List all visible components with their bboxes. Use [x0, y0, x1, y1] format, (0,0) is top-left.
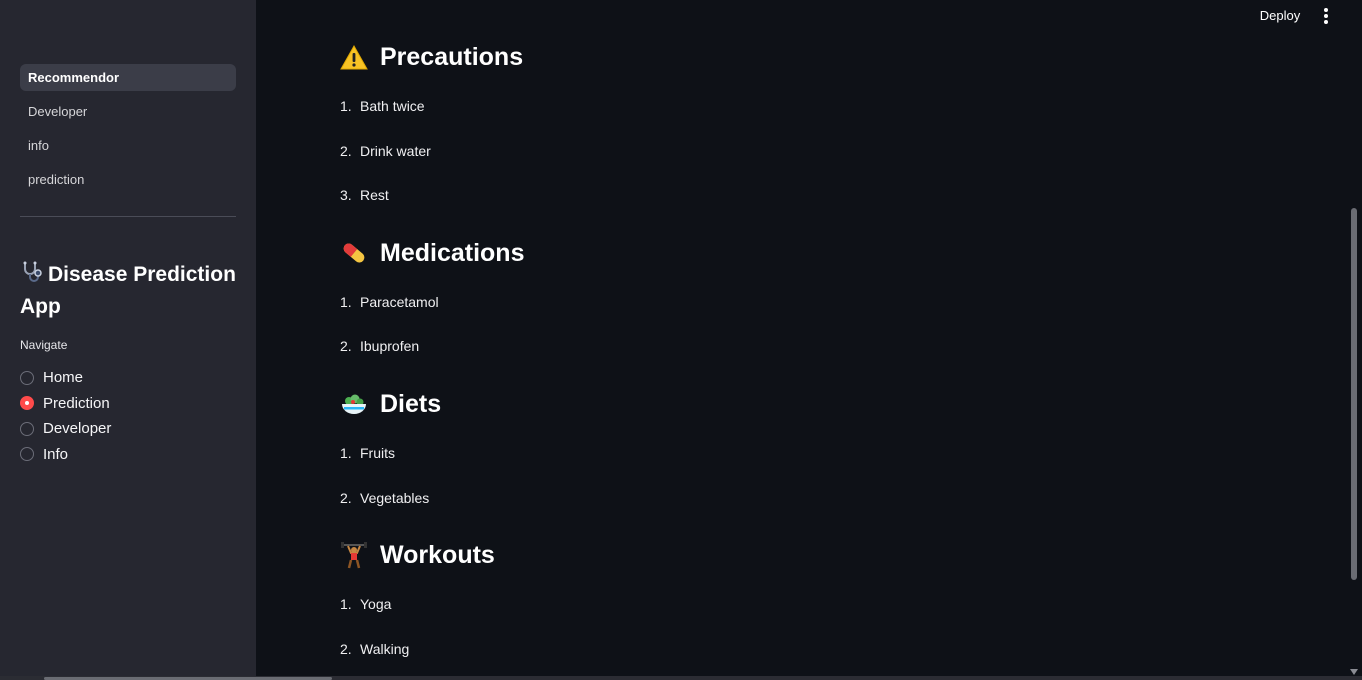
page-link-recommendor[interactable]: Recommendor [20, 64, 236, 91]
app-window: Recommendor Developer info prediction Di… [0, 0, 1362, 680]
list-item: 2. Drink water [340, 143, 431, 159]
page-link-developer[interactable]: Developer [20, 98, 236, 125]
radio-option-developer[interactable]: Developer [20, 416, 111, 442]
radio-option-info[interactable]: Info [20, 442, 111, 468]
warning-icon [340, 43, 368, 71]
radio-label: Home [43, 369, 84, 387]
sidebar: Recommendor Developer info prediction Di… [0, 0, 256, 676]
section-title-medications: Medications [340, 236, 524, 270]
app-title-text: Disease Prediction App [20, 263, 236, 318]
sidebar-divider [20, 216, 236, 217]
stethoscope-icon [20, 260, 48, 292]
section-title-diets: Diets [340, 387, 441, 421]
radio-button[interactable] [20, 370, 34, 385]
section-title-text: Diets [380, 389, 442, 418]
salad-icon [340, 390, 368, 418]
radio-button[interactable] [20, 421, 34, 436]
vertical-scrollbar-thumb[interactable] [1351, 208, 1357, 580]
radio-option-home[interactable]: Home [20, 365, 111, 391]
radio-label: Prediction [43, 394, 110, 412]
list-item: 1. Yoga [340, 596, 392, 612]
page-link-prediction[interactable]: prediction [20, 166, 236, 193]
radio-label: Info [43, 445, 69, 463]
page-navigation: Recommendor Developer info prediction [20, 64, 236, 200]
radio-button-selected[interactable] [20, 396, 34, 411]
radio-option-prediction[interactable]: Prediction [20, 391, 111, 417]
app-title: Disease Prediction App [20, 260, 240, 321]
list-item: 3. Rest [340, 187, 389, 203]
list-item: 1. Paracetamol [340, 294, 439, 310]
section-title-text: Medications [380, 238, 525, 267]
page-link-info[interactable]: info [20, 132, 236, 159]
radio-button[interactable] [20, 447, 34, 462]
list-item: 1. Bath twice [340, 98, 425, 114]
list-item: 2. Vegetables [340, 490, 430, 506]
weightlifter-icon [340, 541, 368, 569]
pill-icon [340, 239, 368, 267]
section-title-precautions: Precautions [340, 40, 523, 74]
section-title-text: Precautions [380, 42, 524, 71]
list-item: 2. Walking [340, 641, 410, 657]
list-item: 1. Fruits [340, 445, 395, 461]
scroll-down-icon[interactable] [1350, 662, 1358, 675]
section-title-text: Workouts [380, 540, 495, 569]
navigate-label: Navigate [20, 338, 68, 352]
list-item: 2. Ibuprofen [340, 338, 420, 354]
main-content: Precautions 1. Bath twice 2. Drink water 3… [256, 0, 1350, 676]
radio-label: Developer [43, 420, 112, 438]
navigate-radio-group: Home Prediction Developer Info [20, 365, 111, 467]
section-title-workouts: Workouts [340, 538, 495, 572]
